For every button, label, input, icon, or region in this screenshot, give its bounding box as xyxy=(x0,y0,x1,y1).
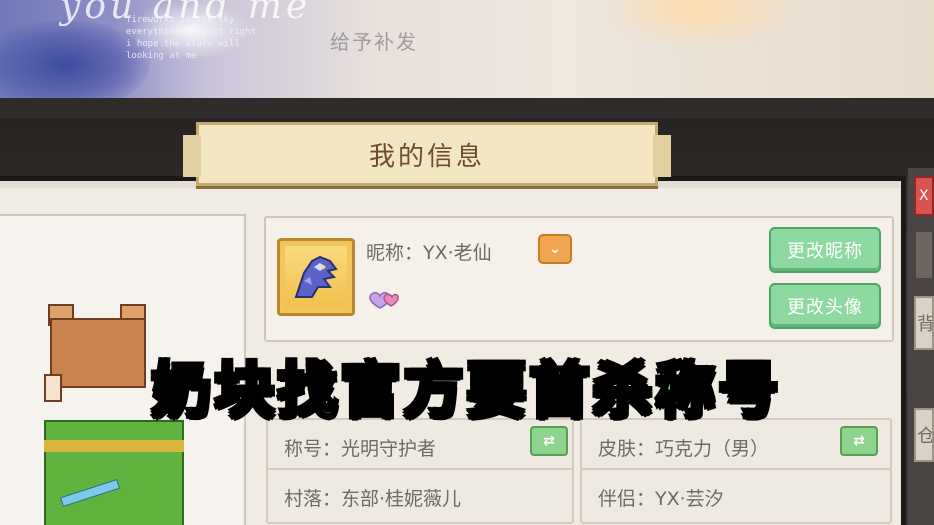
banner-line-2: everything is just right xyxy=(126,27,257,37)
banner-line-3: i hope the stars will xyxy=(126,39,240,49)
top-banner-image: you and me fireworks in the sky everythi… xyxy=(0,0,934,98)
banner-warm-glow xyxy=(600,0,800,50)
banner-line-1: fireworks in the sky xyxy=(126,15,235,25)
character-belt xyxy=(44,440,184,452)
change-avatar-button[interactable]: 更改头像 xyxy=(769,283,881,329)
side-tab-blank[interactable] xyxy=(914,230,934,280)
panel-title-plate: 我的信息 xyxy=(183,122,671,186)
partner-row: 伴侣：YX·芸汐 xyxy=(580,468,892,524)
banner-line-4: looking at me xyxy=(126,51,197,61)
title-label: 称号：光明守护者 xyxy=(284,438,437,460)
swap-arrows-icon: ⇄ xyxy=(543,433,555,449)
banner-poem: fireworks in the sky everything is just … xyxy=(126,14,256,62)
village-label: 村落：东部·桂妮薇儿 xyxy=(284,488,462,510)
side-tab-backpack[interactable]: 背 xyxy=(914,296,934,350)
rename-button[interactable]: 更改昵称 xyxy=(769,227,881,273)
change-skin-button[interactable]: ⇄ xyxy=(840,426,878,456)
dragon-avatar-icon xyxy=(294,255,338,298)
banner-stamp: 给予补发 xyxy=(330,30,418,54)
character-body xyxy=(44,420,184,525)
partner-label: 伴侣：YX·芸汐 xyxy=(598,488,724,510)
dropdown-chevron-icon: ⌄ xyxy=(549,241,561,257)
heart-gem-icon[interactable] xyxy=(366,288,400,310)
nickname-dropdown-button[interactable]: ⌄ xyxy=(538,234,572,264)
panel-title: 我的信息 xyxy=(368,141,485,172)
video-caption: 奶块找官方要首杀称号 xyxy=(150,355,782,427)
close-button[interactable]: X xyxy=(914,176,934,216)
village-row: 村落：东部·桂妮薇儿 xyxy=(266,468,574,524)
swap-arrows-icon: ⇄ xyxy=(853,433,865,449)
nickname-text: 昵称：YX·老仙 xyxy=(366,242,492,264)
skin-label: 皮肤：巧克力（男） xyxy=(598,438,770,460)
player-avatar[interactable] xyxy=(277,238,355,316)
change-title-button[interactable]: ⇄ xyxy=(530,426,568,456)
